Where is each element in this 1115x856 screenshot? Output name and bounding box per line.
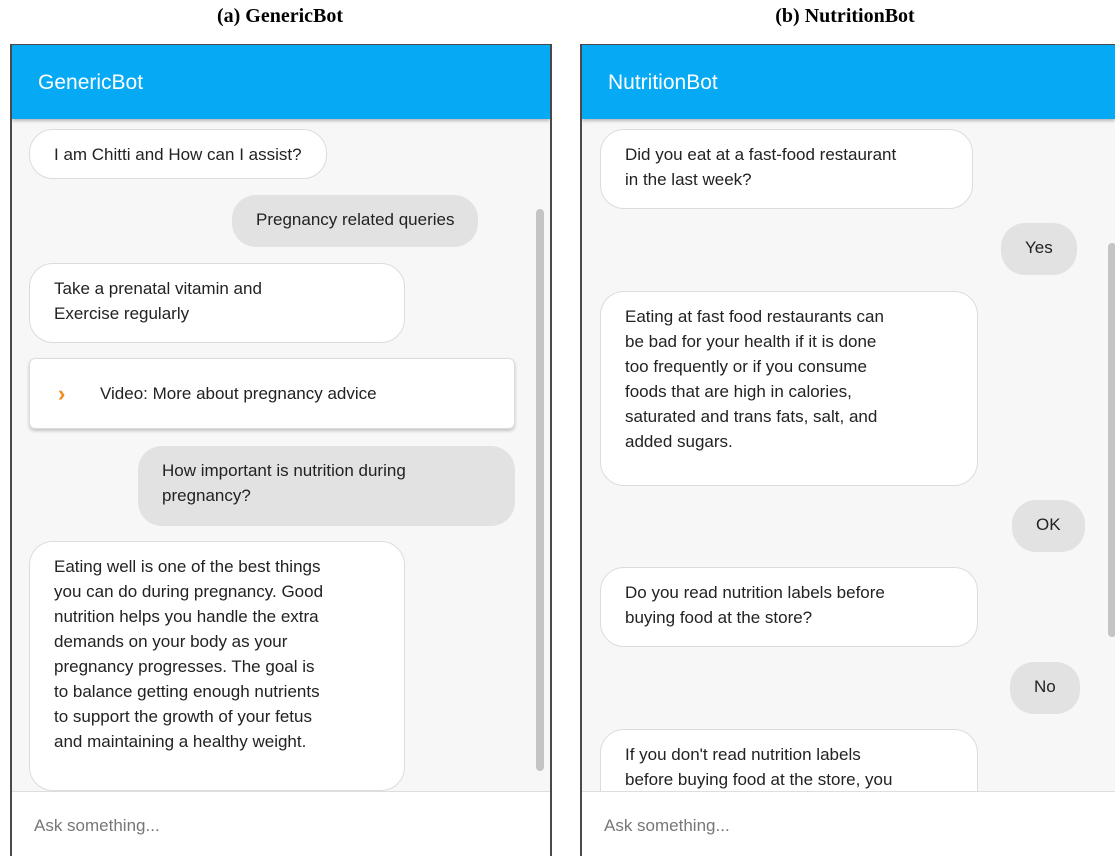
bot-message: Did you eat at a fast-food restaurant in… bbox=[600, 129, 973, 209]
chat-header-title: NutritionBot bbox=[582, 45, 1115, 119]
caption-generic-bot: (a) GenericBot bbox=[216, 5, 344, 27]
bot-message: Take a prenatal vitamin and Exercise reg… bbox=[29, 263, 405, 343]
chat-scrollbar[interactable] bbox=[536, 209, 544, 771]
user-message: How important is nutrition during pregna… bbox=[138, 446, 515, 526]
generic-bot-panel: GenericBot I am Chitti and How can I ass… bbox=[10, 44, 552, 856]
user-message: Pregnancy related queries bbox=[232, 195, 479, 247]
video-link-card[interactable]: › Video: More about pregnancy advice bbox=[29, 358, 515, 429]
ask-input[interactable] bbox=[34, 812, 454, 840]
chat-messages[interactable]: I am Chitti and How can I assist? Pregna… bbox=[12, 119, 550, 837]
bot-message: Eating well is one of the best things yo… bbox=[29, 541, 405, 791]
nutrition-bot-panel: NutritionBot Did you eat at a fast-food … bbox=[580, 44, 1115, 856]
ask-input[interactable] bbox=[604, 812, 1024, 840]
bot-message: I am Chitti and How can I assist? bbox=[29, 129, 327, 179]
bot-message: Eating at fast food restaurants can be b… bbox=[600, 291, 978, 486]
chat-input-bar bbox=[12, 791, 550, 856]
user-message: Yes bbox=[1001, 223, 1077, 275]
chat-messages[interactable]: Did you eat at a fast-food restaurant in… bbox=[582, 119, 1115, 837]
chat-scrollbar[interactable] bbox=[1108, 243, 1115, 637]
user-message: No bbox=[1010, 662, 1080, 714]
user-message: OK bbox=[1012, 500, 1085, 552]
bot-message: Do you read nutrition labels before buyi… bbox=[600, 567, 978, 647]
chat-input-bar bbox=[582, 791, 1115, 856]
chat-header-title: GenericBot bbox=[12, 45, 550, 119]
chevron-right-icon: › bbox=[58, 381, 66, 406]
video-link-label: Video: More about pregnancy advice bbox=[100, 384, 377, 403]
caption-nutrition-bot: (b) NutritionBot bbox=[775, 5, 915, 27]
